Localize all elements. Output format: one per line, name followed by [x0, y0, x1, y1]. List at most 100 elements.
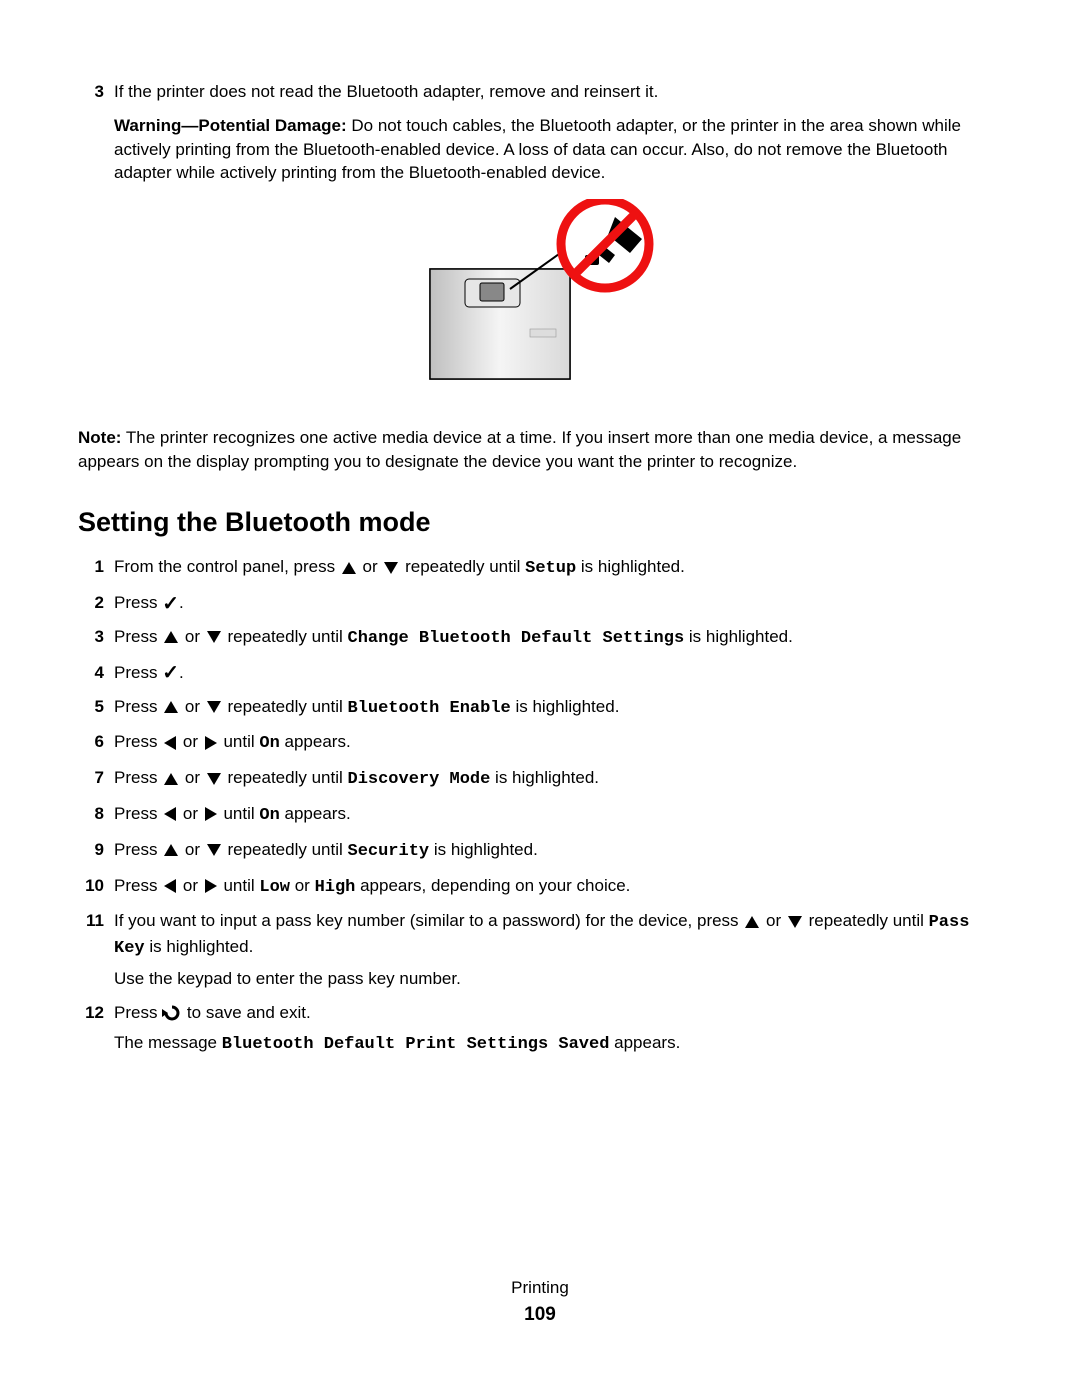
ui-value: Setup [525, 559, 576, 578]
text-fragment: Press [114, 732, 162, 751]
step-text: Press ✓. [114, 591, 1002, 615]
text-fragment: is highlighted. [684, 627, 793, 646]
up-arrow-icon [164, 701, 178, 713]
step-8: 8 Press or until On appears. [78, 802, 1002, 828]
up-arrow-icon [745, 916, 759, 928]
text-fragment: Press [114, 768, 162, 787]
text-fragment: to save and exit. [187, 1003, 311, 1022]
intro-step: 3 If the printer does not read the Bluet… [78, 80, 1002, 104]
warning-label: Warning—Potential Damage: [114, 116, 347, 135]
text-fragment: or [178, 804, 203, 823]
step-number: 9 [78, 838, 114, 864]
step-text: From the control panel, press or repeate… [114, 555, 1002, 581]
step-11-subnote: Use the keypad to enter the pass key num… [114, 967, 1002, 991]
text-fragment: repeatedly until [223, 627, 348, 646]
ui-value: Low [259, 878, 290, 897]
text-fragment: repeatedly until [223, 768, 348, 787]
text-fragment: Press [114, 804, 162, 823]
section-heading: Setting the Bluetooth mode [78, 504, 1002, 542]
up-arrow-icon [164, 631, 178, 643]
text-fragment: appears. [280, 732, 351, 751]
check-icon: ✓ [162, 596, 179, 612]
left-arrow-icon [164, 807, 176, 821]
text-fragment: . [179, 663, 184, 682]
down-arrow-icon [207, 701, 221, 713]
text-fragment: or [180, 768, 205, 787]
text-fragment: If you want to input a pass key number (… [114, 911, 743, 930]
step-number: 1 [78, 555, 114, 581]
text-fragment: is highlighted. [145, 937, 254, 956]
step-text: Press or until On appears. [114, 802, 1002, 828]
text-fragment: . [179, 593, 184, 612]
ui-value: High [315, 878, 356, 897]
text-fragment: appears, depending on your choice. [355, 876, 630, 895]
text-fragment: Press [114, 697, 162, 716]
text-fragment: until [219, 804, 260, 823]
ui-value: Bluetooth Enable [348, 699, 511, 718]
text-fragment: or [180, 840, 205, 859]
warning-block: Warning—Potential Damage: Do not touch c… [114, 114, 1002, 185]
step-number: 3 [78, 625, 114, 651]
step-text: Press or repeatedly until Change Bluetoo… [114, 625, 1002, 651]
footer-section-name: Printing [78, 1276, 1002, 1300]
step-9: 9 Press or repeatedly until Security is … [78, 838, 1002, 864]
step-12: 12 Press to save and exit. The message B… [78, 1001, 1002, 1057]
note-label: Note: [78, 428, 121, 447]
step-3: 3 Press or repeatedly until Change Bluet… [78, 625, 1002, 651]
step-text: If the printer does not read the Bluetoo… [114, 80, 1002, 104]
step-text: Press or repeatedly until Discovery Mode… [114, 766, 1002, 792]
text-fragment: or [178, 876, 203, 895]
down-arrow-icon [207, 844, 221, 856]
ui-value: On [259, 734, 279, 753]
step-text: Press or repeatedly until Bluetooth Enab… [114, 695, 1002, 721]
text-fragment: The message [114, 1033, 222, 1052]
ui-value: On [259, 806, 279, 825]
page-footer: Printing 109 [78, 1276, 1002, 1328]
text-fragment: or [180, 627, 205, 646]
text-fragment: Press [114, 840, 162, 859]
text-fragment: From the control panel, press [114, 557, 340, 576]
text-fragment: repeatedly until [400, 557, 525, 576]
text-fragment: Press [114, 627, 162, 646]
step-5: 5 Press or repeatedly until Bluetooth En… [78, 695, 1002, 721]
step-number: 10 [78, 874, 114, 900]
text-fragment: repeatedly until [223, 840, 348, 859]
step-number: 11 [78, 909, 114, 990]
note-text: The printer recognizes one active media … [78, 428, 961, 471]
text-fragment: until [219, 732, 260, 751]
step-2: 2 Press ✓. [78, 591, 1002, 615]
step-text: Press to save and exit. The message Blue… [114, 1001, 1002, 1057]
text-fragment: or [761, 911, 786, 930]
right-arrow-icon [205, 736, 217, 750]
text-fragment: appears. [280, 804, 351, 823]
text-fragment: is highlighted. [511, 697, 620, 716]
left-arrow-icon [164, 736, 176, 750]
step-text: If you want to input a pass key number (… [114, 909, 1002, 990]
text-fragment: Press [114, 1003, 162, 1022]
text-fragment: repeatedly until [804, 911, 929, 930]
down-arrow-icon [207, 773, 221, 785]
back-arrow-icon [162, 1005, 182, 1021]
text-fragment: Press [114, 593, 162, 612]
text-fragment: is highlighted. [490, 768, 599, 787]
step-text: Press or until Low or High appears, depe… [114, 874, 1002, 900]
step-number: 4 [78, 661, 114, 685]
ui-value: Change Bluetooth Default Settings [348, 629, 685, 648]
down-arrow-icon [384, 562, 398, 574]
step-12-message: The message Bluetooth Default Print Sett… [114, 1031, 1002, 1057]
footer-page-number: 109 [78, 1302, 1002, 1329]
text-fragment: Press [114, 876, 162, 895]
step-text: Press or until On appears. [114, 730, 1002, 756]
step-10: 10 Press or until Low or High appears, d… [78, 874, 1002, 900]
down-arrow-icon [788, 916, 802, 928]
ui-value: Discovery Mode [348, 770, 491, 789]
step-number: 6 [78, 730, 114, 756]
text-fragment: is highlighted. [576, 557, 685, 576]
text-fragment: or [180, 697, 205, 716]
note-paragraph: Note: The printer recognizes one active … [78, 426, 1002, 474]
printer-no-touch-figure [78, 199, 1002, 406]
text-fragment: or [358, 557, 383, 576]
step-text: Press ✓. [114, 661, 1002, 685]
up-arrow-icon [164, 844, 178, 856]
text-fragment: or [178, 732, 203, 751]
